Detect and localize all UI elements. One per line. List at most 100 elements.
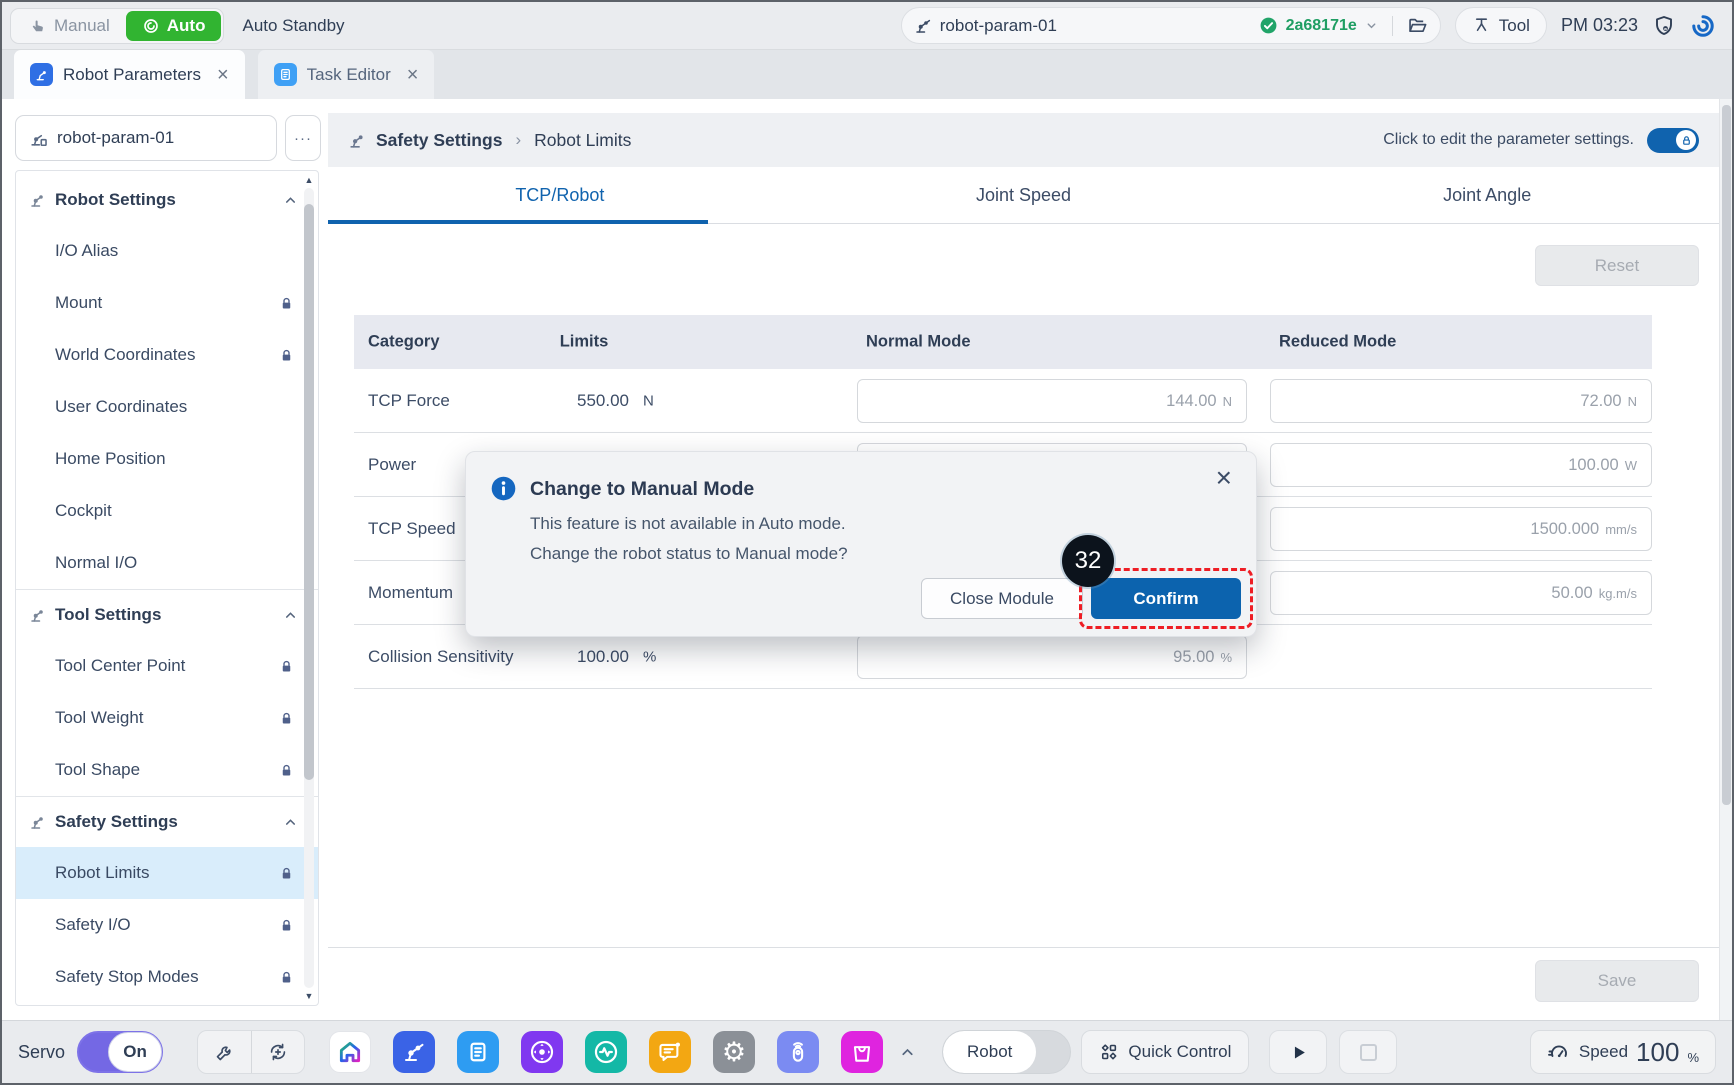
sidebar-item-mount[interactable]: Mount: [16, 277, 318, 329]
monitoring-icon[interactable]: [585, 1031, 627, 1073]
reduced-mode-input[interactable]: 100.00W: [1270, 443, 1652, 487]
collapse-dock-icon[interactable]: [899, 1044, 916, 1061]
confirm-button[interactable]: Confirm: [1091, 578, 1241, 619]
lock-icon: [279, 659, 294, 674]
sidebar-section-tool-settings[interactable]: Tool Settings: [16, 590, 318, 640]
divider: [328, 947, 1719, 948]
close-tab-icon[interactable]: ×: [407, 65, 419, 85]
sidebar-item-safety-stop-modes[interactable]: Safety Stop Modes: [16, 951, 318, 1003]
close-dialog-icon[interactable]: ×: [1216, 464, 1232, 492]
change-mode-dialog: Change to Manual Mode × This feature is …: [465, 451, 1257, 637]
stop-button[interactable]: [1339, 1030, 1397, 1074]
step-badge: 32: [1062, 535, 1114, 587]
tab-joint-speed[interactable]: Joint Speed: [792, 167, 1256, 223]
tab-joint-angle[interactable]: Joint Angle: [1255, 167, 1719, 223]
close-tab-icon[interactable]: ×: [217, 65, 229, 85]
lock-icon: [279, 918, 294, 933]
sidebar-item-tool-shape[interactable]: Tool Shape: [16, 744, 318, 796]
tab-robot-parameters[interactable]: Robot Parameters ×: [14, 50, 245, 99]
open-folder-icon[interactable]: [1407, 15, 1428, 36]
bottom-control-bar: Servo On ⚙ Robot Quick Control Speed 100…: [2, 1020, 1732, 1083]
robot-target-switch[interactable]: Robot: [942, 1030, 1071, 1074]
save-button[interactable]: Save: [1535, 960, 1699, 1002]
jog-move-button[interactable]: [251, 1031, 305, 1073]
category-label: Power: [368, 455, 416, 475]
tool-selector-button[interactable]: Tool: [1455, 7, 1547, 44]
settings-sidebar: robot-param-01 ··· Robot Settings I/O Al…: [2, 99, 328, 1020]
sidebar-item-user-coordinates[interactable]: User Coordinates: [16, 381, 318, 433]
speed-control[interactable]: Speed 100 %: [1530, 1030, 1716, 1074]
breadcrumb-section: Safety Settings: [376, 130, 502, 151]
robot-target-alt-segment[interactable]: [1036, 1031, 1070, 1073]
sidebar-section-safety-settings[interactable]: Safety Settings: [16, 797, 318, 847]
wrench-button[interactable]: [198, 1031, 251, 1073]
task-document-icon[interactable]: [457, 1031, 499, 1073]
app-dock: ⚙: [329, 1031, 883, 1073]
clock: PM 03:23: [1561, 15, 1638, 36]
limit-unit: %: [643, 648, 656, 665]
parameter-file-selector[interactable]: robot-param-01 2a68171e: [901, 7, 1441, 44]
sidebar-item-robot-limits[interactable]: Robot Limits: [16, 847, 318, 899]
shield-user-icon[interactable]: [1652, 14, 1676, 38]
settings-icon[interactable]: ⚙: [713, 1031, 755, 1073]
home-icon[interactable]: [329, 1031, 371, 1073]
dialog-title: Change to Manual Mode: [530, 478, 754, 501]
tab-task-editor[interactable]: Task Editor ×: [258, 50, 435, 99]
spiral-logo-icon[interactable]: [1690, 13, 1716, 39]
breadcrumb-page: Robot Limits: [534, 130, 631, 151]
main-scrollbar[interactable]: [1719, 99, 1732, 1020]
sidebar-scrollbar[interactable]: ▲ ▼: [303, 174, 315, 1002]
more-options-button[interactable]: ···: [285, 115, 321, 161]
sidebar-section: Tool Settings Tool Center Point Tool Wei…: [16, 589, 318, 796]
jog-pad-icon[interactable]: [521, 1031, 563, 1073]
play-button[interactable]: [1269, 1030, 1327, 1074]
app-store-icon[interactable]: [841, 1031, 883, 1073]
manual-mode-button[interactable]: Manual: [13, 11, 126, 41]
quick-control-button[interactable]: Quick Control: [1081, 1030, 1249, 1074]
tool-button-group: [197, 1030, 305, 1074]
normal-mode-input[interactable]: 144.00N: [857, 379, 1247, 423]
scrollbar-thumb[interactable]: [304, 204, 314, 780]
table-header: Category Limits Normal Mode Reduced Mode: [354, 315, 1652, 369]
robot-arm-icon[interactable]: [393, 1031, 435, 1073]
dialog-message-line1: This feature is not available in Auto mo…: [530, 514, 846, 534]
scrollbar-thumb[interactable]: [1722, 105, 1731, 805]
sidebar-item-safety-i-o[interactable]: Safety I/O: [16, 899, 318, 951]
parameter-name-field[interactable]: robot-param-01: [15, 115, 277, 161]
close-module-button[interactable]: Close Module: [921, 578, 1083, 619]
dialog-message-line2: Change the robot status to Manual mode?: [530, 544, 848, 564]
table-row: TCP Force 550.00 N 144.00N 72.00N: [354, 369, 1652, 433]
sidebar-item-normal-i-o[interactable]: Normal I/O: [16, 537, 318, 589]
reduced-mode-input[interactable]: 1500.000mm/s: [1270, 507, 1652, 551]
chevron-up-icon[interactable]: [283, 608, 298, 623]
tab-tcp-robot[interactable]: TCP/Robot: [328, 167, 792, 223]
message-log-icon[interactable]: [649, 1031, 691, 1073]
auto-mode-button[interactable]: Auto: [126, 11, 222, 41]
edit-lock-toggle[interactable]: [1647, 128, 1699, 153]
category-label: TCP Speed: [368, 519, 456, 539]
sidebar-item-i-o-alias[interactable]: I/O Alias: [16, 225, 318, 277]
sidebar-item-tool-weight[interactable]: Tool Weight: [16, 692, 318, 744]
sidebar-item-tool-center-point[interactable]: Tool Center Point: [16, 640, 318, 692]
scroll-down-icon[interactable]: ▼: [305, 990, 314, 1002]
reduced-mode-input[interactable]: 50.00kg.m/s: [1270, 571, 1652, 615]
chevron-up-icon[interactable]: [283, 193, 298, 208]
sidebar-item-cockpit[interactable]: Cockpit: [16, 485, 318, 537]
limit-value: 550.00: [504, 391, 629, 411]
remote-control-icon[interactable]: [777, 1031, 819, 1073]
robot-arm-icon: [348, 131, 367, 150]
scroll-up-icon[interactable]: ▲: [305, 174, 314, 186]
reset-button[interactable]: Reset: [1535, 245, 1699, 286]
sidebar-item-home-position[interactable]: Home Position: [16, 433, 318, 485]
tool-stand-icon: [1472, 16, 1491, 35]
sidebar-section-robot-settings[interactable]: Robot Settings: [16, 175, 318, 225]
sidebar-section: Robot Settings I/O Alias Mount World Coo…: [16, 175, 318, 589]
robot-arm-icon: [29, 606, 47, 624]
chevron-up-icon[interactable]: [283, 815, 298, 830]
servo-toggle[interactable]: On: [77, 1031, 163, 1073]
sidebar-item-world-coordinates[interactable]: World Coordinates: [16, 329, 318, 381]
normal-mode-input[interactable]: 95.00%: [857, 635, 1247, 679]
reduced-mode-input[interactable]: 72.00N: [1270, 379, 1652, 423]
info-icon: [490, 475, 517, 502]
chevron-down-icon[interactable]: [1365, 19, 1378, 32]
